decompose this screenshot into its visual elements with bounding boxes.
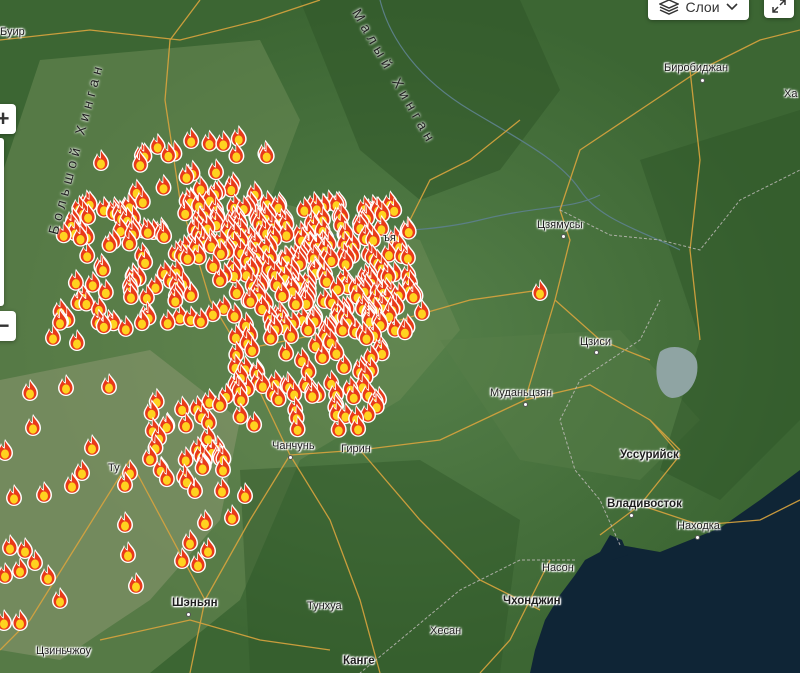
city-tunhua: Тунхуа	[307, 600, 342, 612]
city-nakhodka: Находка	[677, 520, 720, 532]
layers-label: Слои	[685, 0, 720, 15]
city-vladivostok: Владивосток	[607, 498, 682, 510]
city-dot	[629, 513, 634, 518]
city-birobidzhan: Биробиджан	[664, 62, 729, 74]
city-shenyang: Шэньян	[172, 597, 218, 609]
city-tu: Ту	[108, 462, 120, 474]
city-kange: Канге	[343, 655, 375, 667]
city-dot	[561, 234, 566, 239]
city-sya: ъя	[383, 232, 396, 244]
city-dot	[700, 78, 705, 83]
city-jixi: Цзиси	[580, 336, 611, 348]
zoom-out-button[interactable]: −	[0, 311, 16, 341]
city-girin: Гирин	[341, 443, 371, 455]
city-changchun: Чанчунь	[272, 440, 315, 452]
city-chongjin: Чхонджин	[503, 595, 561, 607]
layers-icon	[659, 0, 680, 15]
city-dot	[695, 535, 700, 540]
city-kha: Ха	[784, 88, 798, 100]
zoom-slider[interactable]: ::	[0, 138, 4, 306]
city-buir: Буир	[0, 26, 25, 38]
city-dot	[523, 402, 528, 407]
city-mudanjiang: Муданьцзян	[490, 387, 553, 399]
expand-icon	[772, 0, 786, 13]
city-jinzhou: Цзиньчжоу	[36, 645, 91, 657]
city-dot	[288, 455, 293, 460]
city-hesan: Хесан	[430, 625, 462, 637]
city-jiamusi: Цзямусы	[537, 219, 583, 231]
city-dot	[186, 612, 191, 617]
zoom-in-button[interactable]: +	[0, 104, 16, 134]
expand-button[interactable]	[764, 0, 794, 18]
layers-button[interactable]: Слои	[648, 0, 749, 20]
city-ussuriysk: Уссурийск	[620, 449, 679, 461]
city-dot	[594, 350, 599, 355]
city-nason: Насон	[542, 562, 574, 574]
chevron-down-icon	[725, 3, 738, 11]
